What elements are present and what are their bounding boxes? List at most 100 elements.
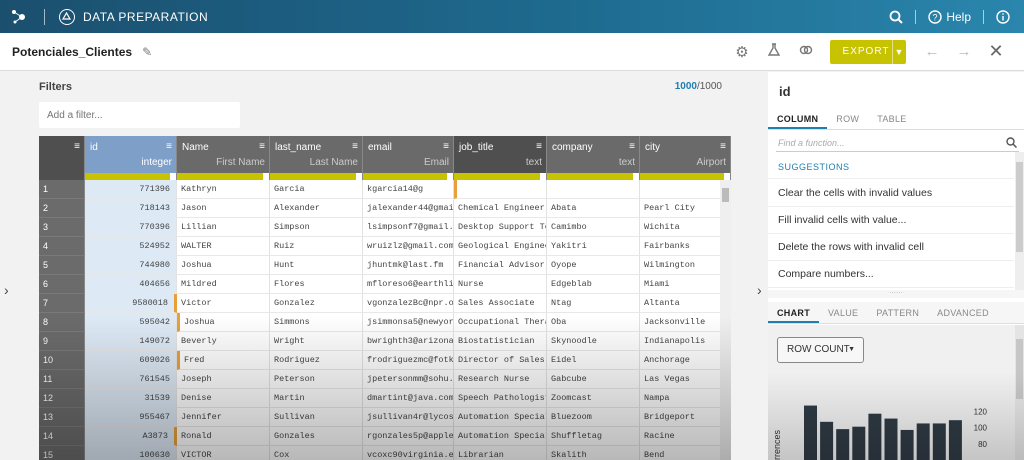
table-cell[interactable]: Financial Advisor — [454, 256, 547, 275]
flask-icon[interactable] — [760, 42, 788, 61]
table-cell[interactable]: Gabcube — [547, 370, 640, 389]
help-button[interactable]: ? Help — [928, 10, 971, 24]
table-row[interactable]: 12 31539 Denise Martin dmartint@java.com Spee… — [39, 389, 731, 408]
table-cell[interactable]: Peterson — [270, 370, 363, 389]
table-cell[interactable]: Ruiz — [270, 237, 363, 256]
table-cell[interactable]: Edgeblab — [547, 275, 640, 294]
invalid-segment[interactable] — [447, 173, 453, 180]
table-cell[interactable]: Simmons — [270, 313, 363, 332]
table-cell[interactable]: Cox — [270, 446, 363, 460]
table-cell[interactable]: Lillian — [177, 218, 270, 237]
table-cell[interactable]: Flores — [270, 275, 363, 294]
table-row[interactable]: 10609026FredRodriguezfrodriguezmc@fotki.… — [39, 351, 731, 370]
tab-column[interactable]: COLUMN — [768, 108, 828, 129]
search-icon[interactable] — [889, 10, 904, 24]
arrow-right-icon[interactable]: → — [950, 43, 978, 60]
table-cell[interactable]: Geological Engineer — [454, 237, 547, 256]
table-cell[interactable]: WALTER — [177, 237, 270, 256]
table-cell[interactable]: Wilmington — [640, 256, 731, 275]
search-icon[interactable] — [1006, 134, 1018, 154]
tab-pattern[interactable]: PATTERN — [867, 302, 928, 323]
row-number[interactable]: 2 — [39, 199, 85, 218]
quality-bar[interactable] — [454, 173, 546, 180]
table-cell[interactable]: wruizlz@gmail.com — [363, 237, 454, 256]
scrollbar-thumb[interactable] — [722, 188, 729, 202]
invalid-segment[interactable] — [633, 173, 639, 180]
table-cell[interactable]: Gonzalez — [270, 294, 363, 313]
gear-icon[interactable]: ⚙ — [728, 43, 756, 61]
row-number[interactable]: 1 — [39, 180, 85, 199]
table-cell[interactable]: Bend — [640, 446, 731, 460]
chart-bar[interactable] — [836, 429, 850, 460]
table-cell[interactable]: Fairbanks — [640, 237, 731, 256]
pencil-icon[interactable]: ✎ — [142, 45, 152, 59]
job-title-column-header[interactable]: job_title ≡ text — [454, 136, 547, 180]
chart-scrollbar[interactable] — [1015, 325, 1024, 460]
table-row[interactable]: 8595042JoshuaSimmonsjsimmonsa5@newyorker… — [39, 313, 731, 332]
table-cell[interactable]: Research Nurse — [454, 370, 547, 389]
scrollbar-thumb[interactable] — [1016, 162, 1023, 252]
table-cell[interactable]: Jason — [177, 199, 270, 218]
table-cell[interactable]: Sales Associate — [454, 294, 547, 313]
table-cell[interactable]: Automation Specialis — [454, 427, 547, 446]
name-column-header[interactable]: Name ≡ First Name — [177, 136, 270, 180]
table-cell[interactable]: 100630 — [85, 446, 177, 460]
menu-icon[interactable]: ≡ — [352, 141, 358, 152]
table-cell[interactable]: Librarian — [454, 446, 547, 460]
table-cell[interactable]: Speech Pathologist — [454, 389, 547, 408]
row-number[interactable]: 8 — [39, 313, 85, 332]
table-cell[interactable]: mfloreso6@earthlink.n — [363, 275, 454, 294]
table-cell[interactable]: Rodriguez — [270, 351, 363, 370]
table-cell[interactable]: vcoxc90virginia.edu — [363, 446, 454, 460]
table-cell[interactable]: jsimmonsa5@newyorker — [363, 313, 454, 332]
grid-scrollbar[interactable] — [720, 180, 731, 460]
tab-value[interactable]: VALUE — [819, 302, 867, 323]
table-cell[interactable]: Mildred — [177, 275, 270, 294]
row-count-dropdown[interactable]: ROW COUNT ▼ — [777, 337, 864, 363]
table-cell[interactable]: Skynoodle — [547, 332, 640, 351]
table-cell[interactable]: Shuffletag — [547, 427, 640, 446]
talend-logo-icon[interactable] — [10, 7, 30, 27]
tab-advanced[interactable]: ADVANCED — [928, 302, 998, 323]
chart-bar[interactable] — [804, 405, 817, 460]
row-number[interactable]: 4 — [39, 237, 85, 256]
tab-chart[interactable]: CHART — [768, 302, 819, 323]
quality-bar[interactable] — [640, 173, 730, 180]
table-cell[interactable]: Gonzales — [270, 427, 363, 446]
chart-bar[interactable] — [868, 413, 882, 460]
suggestion-item[interactable]: Fill invalid cells with value... — [768, 207, 1014, 234]
table-cell[interactable]: bwrighth3@arizona.edu — [363, 332, 454, 351]
table-row[interactable]: 15100630VICTORCoxvcoxc90virginia.eduLibr… — [39, 446, 731, 460]
table-row[interactable]: 79580018VictorGonzalezvgonzalezBc@npr.or… — [39, 294, 731, 313]
chevron-right-icon[interactable]: › — [757, 282, 762, 298]
table-cell[interactable] — [547, 180, 640, 199]
suggestions-scrollbar[interactable] — [1015, 152, 1024, 292]
company-column-header[interactable]: company ≡ text — [547, 136, 640, 180]
table-cell[interactable]: 771396 — [85, 180, 177, 199]
id-column-header[interactable]: id ≡ integer — [85, 136, 177, 180]
chevron-right-icon[interactable]: › — [4, 282, 9, 298]
table-row[interactable]: 5 744980 Joshua Hunt jhuntmk@last.fm Financia… — [39, 256, 731, 275]
table-row[interactable]: 14A3873RonaldGonzalesrgonzales5p@apple.c… — [39, 427, 731, 446]
menu-icon[interactable]: ≡ — [443, 141, 449, 152]
table-cell[interactable]: rgonzales5p@apple.co — [363, 427, 454, 446]
invalid-segment[interactable] — [170, 173, 176, 180]
table-cell[interactable]: Martin — [270, 389, 363, 408]
export-button[interactable]: EXPORT ▼ — [830, 39, 906, 64]
chevron-down-icon[interactable]: ▼ — [892, 39, 906, 64]
table-cell[interactable]: 9580018 — [85, 294, 177, 313]
table-cell[interactable]: 149072 — [85, 332, 177, 351]
menu-icon[interactable]: ≡ — [536, 141, 542, 152]
table-cell[interactable]: Desktop Support Tech — [454, 218, 547, 237]
table-cell[interactable]: Zoomcast — [547, 389, 640, 408]
arrow-left-icon[interactable]: ← — [918, 43, 946, 60]
city-column-header[interactable]: city ≡ Airport — [640, 136, 731, 180]
table-cell[interactable]: Wichita — [640, 218, 731, 237]
table-row[interactable]: 2718143JasonAlexanderjalexander44@gmail.… — [39, 199, 731, 218]
email-column-header[interactable]: email ≡ Email — [363, 136, 454, 180]
row-number[interactable]: 3 — [39, 218, 85, 237]
table-cell[interactable]: Bridgeport — [640, 408, 731, 427]
last-name-column-header[interactable]: last_name ≡ Last Name — [270, 136, 363, 180]
left-panel-toggle[interactable]: › — [0, 72, 18, 460]
table-cell[interactable]: 955467 — [85, 408, 177, 427]
